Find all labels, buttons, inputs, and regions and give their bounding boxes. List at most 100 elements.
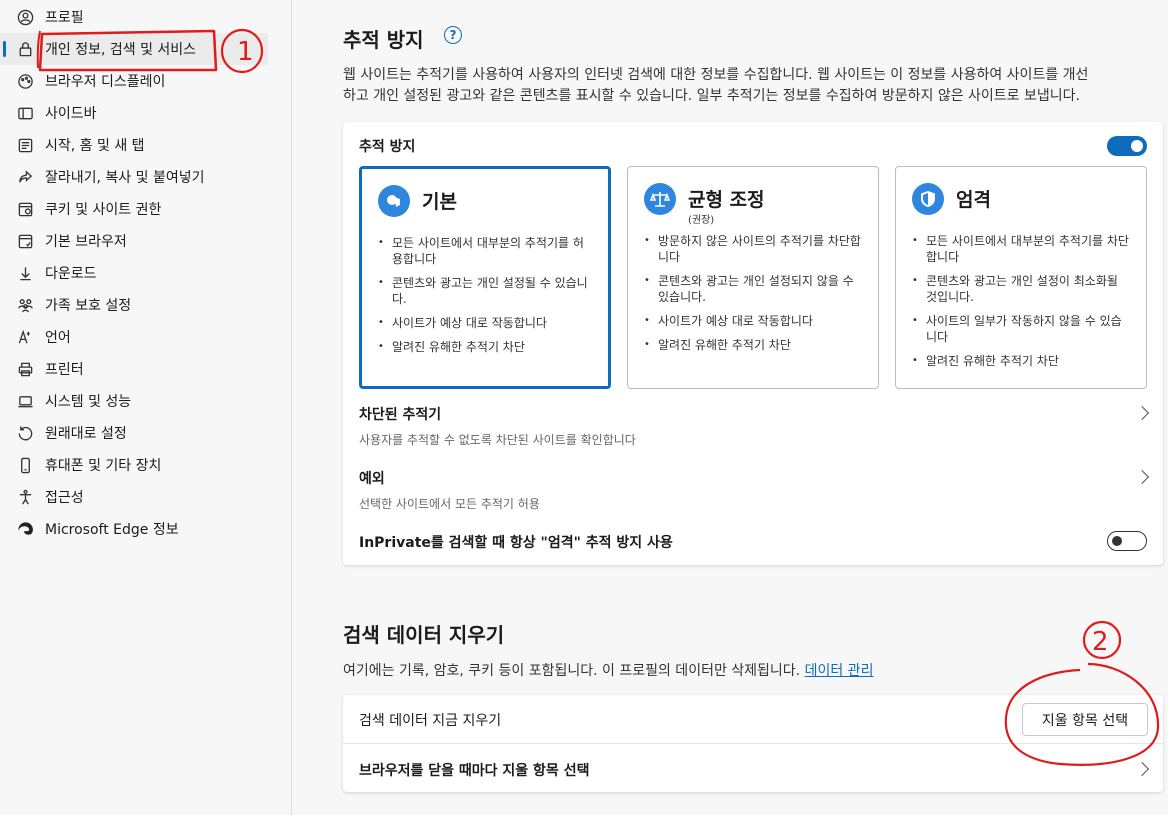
exceptions-title: 예외	[359, 471, 385, 487]
tracking-description: 웹 사이트는 추적기를 사용하여 사용자의 인터넷 검색에 대한 정보를 수집합…	[343, 65, 1088, 107]
sidebar-item-label: 프로필	[45, 10, 84, 26]
mode-bullet: 알려진 유해한 추적기 차단	[642, 337, 864, 353]
sidebar-item-label: 브라우저 디스플레이	[45, 74, 166, 90]
clear-data-description: 여기에는 기록, 암호, 쿠키 등이 포함됩니다. 이 프로필의 데이터만 삭제…	[343, 661, 873, 682]
clear-now-label: 검색 데이터 지금 지우기	[359, 713, 502, 729]
mode-bullets: 모든 사이트에서 대부분의 추적기를 허용합니다 콘텐츠와 광고는 개인 설정될…	[376, 235, 594, 363]
choose-what-to-clear-button[interactable]: 지울 항목 선택	[1022, 703, 1148, 736]
chevron-right-icon	[1134, 405, 1150, 421]
edge-icon	[16, 520, 34, 538]
mode-bullet: 사이트의 일부가 작동하지 않을 수 있습니다	[910, 313, 1132, 345]
sidebar-item-cookies[interactable]: 쿠키 및 사이트 권한	[0, 193, 268, 225]
mode-bullet: 모든 사이트에서 대부분의 추적기를 허용합니다	[376, 235, 594, 267]
download-icon	[16, 264, 34, 282]
sidebar-item-reset[interactable]: 원래대로 설정	[0, 417, 268, 449]
sidebar-item-label: 사이드바	[45, 106, 97, 122]
mode-subtitle: (권장)	[688, 215, 715, 226]
sidebar-item-label: 시스템 및 성능	[45, 394, 132, 410]
sidebar-item-label: 접근성	[45, 490, 84, 506]
reset-icon	[16, 424, 34, 442]
sidebar-item-accessibility[interactable]: 접근성	[0, 481, 268, 513]
settings-sidebar: 프로필 개인 정보, 검색 및 서비스 브라우저 디스플레이 사이드바 시작, …	[0, 0, 292, 815]
tracking-toggle-label: 추적 방지	[359, 139, 416, 155]
mode-bullet: 방문하지 않은 사이트의 추적기를 차단합니다	[642, 233, 864, 265]
sidebar-item-label: 언어	[45, 330, 71, 346]
profile-icon	[16, 8, 34, 26]
inprivate-label: InPrivate를 검색할 때 항상 "엄격" 추적 방지 사용	[359, 535, 673, 551]
mode-card-balanced[interactable]: 균형 조정 (권장) 방문하지 않은 사이트의 추적기를 차단합니다 콘텐츠와 …	[627, 166, 879, 389]
mode-card-basic[interactable]: 기본 모든 사이트에서 대부분의 추적기를 허용합니다 콘텐츠와 광고는 개인 …	[359, 166, 611, 389]
sidebar-item-phone[interactable]: 휴대폰 및 기타 장치	[0, 449, 268, 481]
sidebar-item-label: 원래대로 설정	[45, 426, 127, 442]
system-icon	[16, 392, 34, 410]
lock-icon	[16, 40, 34, 58]
clear-data-description-text: 여기에는 기록, 암호, 쿠키 등이 포함됩니다. 이 프로필의 데이터만 삭제…	[343, 663, 801, 679]
mode-bullets: 방문하지 않은 사이트의 추적기를 차단합니다 콘텐츠와 광고는 개인 설정되지…	[642, 233, 864, 361]
inprivate-toggle[interactable]	[1107, 531, 1147, 551]
sidebar-item-language[interactable]: 언어	[0, 321, 268, 353]
tracking-title: 추적 방지	[343, 28, 424, 52]
sidebar-item-label: 프린터	[45, 362, 84, 378]
sidebar-item-profile[interactable]: 프로필	[0, 1, 268, 33]
shield-icon	[912, 183, 944, 215]
sidebar-item-label: 가족 보호 설정	[45, 298, 132, 314]
browser-icon	[16, 232, 34, 250]
mode-bullets: 모든 사이트에서 대부분의 추적기를 차단합니다 콘텐츠와 광고는 개인 설정이…	[910, 233, 1132, 377]
family-icon	[16, 296, 34, 314]
phone-icon	[16, 456, 34, 474]
sidebar-item-sidebar[interactable]: 사이드바	[0, 97, 268, 129]
blocked-trackers-title: 차단된 추적기	[359, 407, 442, 423]
mode-bullet: 모든 사이트에서 대부분의 추적기를 차단합니다	[910, 233, 1132, 265]
sidebar-item-label: 시작, 홈 및 새 탭	[45, 138, 145, 154]
sidebar-item-label: 잘라내기, 복사 및 붙여넣기	[45, 170, 205, 186]
tracking-description-line-2: 하고 개인 설정된 광고와 같은 콘텐츠를 표시할 수 있습니다. 일부 추적기…	[343, 88, 1080, 104]
sidebar-item-printer[interactable]: 프린터	[0, 353, 268, 385]
sidebar-item-start-home[interactable]: 시작, 홈 및 새 탭	[0, 129, 268, 161]
sidebar-item-label: 휴대폰 및 기타 장치	[45, 458, 162, 474]
sidebar-item-label: 기본 브라우저	[45, 234, 127, 250]
printer-icon	[16, 360, 34, 378]
sidebar-item-label: 개인 정보, 검색 및 서비스	[45, 42, 197, 58]
display-icon	[16, 72, 34, 90]
blocked-trackers-subtitle: 사용자를 추적할 수 없도록 차단된 사이트를 확인합니다	[359, 433, 636, 447]
mode-title: 기본	[422, 191, 457, 213]
sidebar-icon	[16, 104, 34, 122]
chevron-right-icon	[1134, 469, 1150, 485]
mode-title: 균형 조정	[688, 189, 765, 211]
sidebar-item-family[interactable]: 가족 보호 설정	[0, 289, 268, 321]
tracking-card: 추적 방지 기본 모든 사이트에서 대부분의 추적기를 허용합니다 콘텐츠와 광…	[343, 122, 1163, 565]
accessibility-icon	[16, 488, 34, 506]
tracking-toggle[interactable]	[1107, 136, 1147, 156]
basic-mode-icon	[378, 185, 410, 217]
help-icon[interactable]: ?	[444, 26, 462, 44]
sidebar-item-system[interactable]: 시스템 및 성능	[0, 385, 268, 417]
mode-bullet: 사이트가 예상 대로 작동합니다	[642, 313, 864, 329]
sidebar-item-label: 다운로드	[45, 266, 97, 282]
sidebar-item-label: 쿠키 및 사이트 권한	[45, 202, 162, 218]
mode-bullet: 사이트가 예상 대로 작동합니다	[376, 315, 594, 331]
sidebar-item-about-edge[interactable]: Microsoft Edge 정보	[0, 513, 268, 545]
mode-bullet: 콘텐츠와 광고는 개인 설정될 수 있습니다.	[376, 275, 594, 307]
annotation-number-2: 2	[1092, 627, 1109, 657]
row-divider	[343, 743, 1163, 744]
chevron-right-icon	[1134, 761, 1150, 777]
sidebar-item-privacy[interactable]: 개인 정보, 검색 및 서비스	[0, 33, 268, 65]
clear-data-title: 검색 데이터 지우기	[343, 623, 505, 647]
sidebar-item-downloads[interactable]: 다운로드	[0, 257, 268, 289]
sidebar-item-display[interactable]: 브라우저 디스플레이	[0, 65, 268, 97]
tracking-description-line-1: 웹 사이트는 추적기를 사용하여 사용자의 인터넷 검색에 대한 정보를 수집합…	[343, 67, 1089, 83]
clear-on-close-label: 브라우저를 닫을 때마다 지울 항목 선택	[359, 763, 590, 779]
scale-icon	[644, 183, 676, 215]
home-icon	[16, 136, 34, 154]
manage-data-link[interactable]: 데이터 관리	[805, 663, 874, 679]
sidebar-item-clipboard[interactable]: 잘라내기, 복사 및 붙여넣기	[0, 161, 268, 193]
language-icon	[16, 328, 34, 346]
sidebar-item-label: Microsoft Edge 정보	[45, 522, 179, 538]
exceptions-subtitle: 선택한 사이트에서 모든 추적기 허용	[359, 497, 540, 511]
clear-data-card: 검색 데이터 지금 지우기 지울 항목 선택 브라우저를 닫을 때마다 지울 항…	[343, 695, 1163, 792]
cookie-icon	[16, 200, 34, 218]
mode-bullet: 알려진 유해한 추적기 차단	[376, 339, 594, 355]
sidebar-item-default-browser[interactable]: 기본 브라우저	[0, 225, 268, 257]
mode-bullet: 알려진 유해한 추적기 차단	[910, 353, 1132, 369]
mode-card-strict[interactable]: 엄격 모든 사이트에서 대부분의 추적기를 차단합니다 콘텐츠와 광고는 개인 …	[895, 166, 1147, 389]
